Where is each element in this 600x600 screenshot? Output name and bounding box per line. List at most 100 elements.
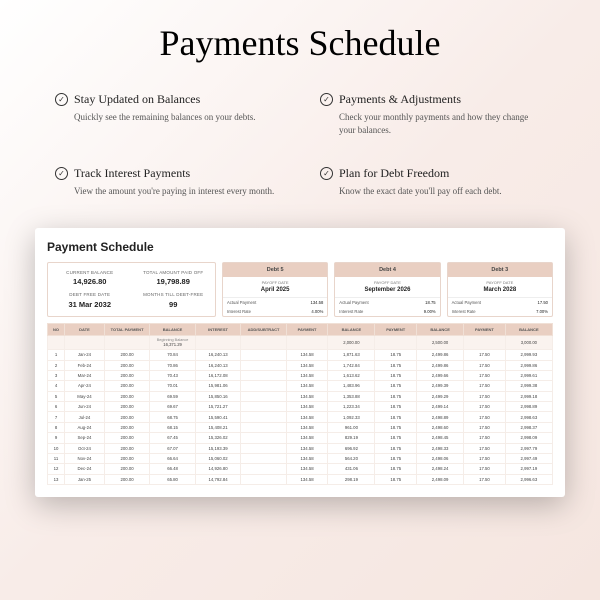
current-balance-value: 14,926.80 (48, 276, 131, 289)
debt-free-value: 31 Mar 2032 (48, 299, 131, 312)
table-cell: 17.50 (464, 402, 506, 412)
table-cell: 69.67 (150, 402, 195, 412)
table-cell: 12 (48, 464, 65, 474)
column-header: TOTAL PAYMENT (104, 323, 149, 335)
table-cell: Oct-24 (65, 443, 105, 453)
table-cell: 2,499.66 (417, 370, 464, 380)
table-cell: 134.58 (286, 381, 328, 391)
table-cell: 2,499.39 (417, 381, 464, 391)
debt-name: Debt 5 (223, 263, 327, 277)
table-cell: 69.59 (150, 391, 195, 401)
table-cell: 2,998.09 (505, 433, 552, 443)
table-cell: 134.58 (286, 402, 328, 412)
interest-rate-value: 9.00% (424, 309, 436, 314)
table-cell: 17.50 (464, 464, 506, 474)
table-cell (241, 391, 286, 401)
table-row: 10Oct-24200.0067.0715,193.39134.58696.92… (48, 443, 553, 453)
table-row: 12Dec-24200.0066.4814,926.80134.58431.06… (48, 464, 553, 474)
table-cell: 18.75 (375, 443, 417, 453)
table-row: 1Jan-24200.0070.8416,240.13134.581,871.6… (48, 350, 553, 360)
table-cell: 2,499.86 (417, 360, 464, 370)
table-cell: 17.50 (464, 360, 506, 370)
interest-rate-value: 4.00% (311, 309, 323, 314)
table-cell: 14,792.84 (195, 474, 240, 484)
table-row: 11Nov-24200.0066.6415,060.02134.58564.20… (48, 453, 553, 463)
table-cell: 17.50 (464, 474, 506, 484)
table-cell: 200.00 (104, 422, 149, 432)
column-header: BALANCE (328, 323, 375, 335)
table-row: 8Aug-24200.0068.1515,408.21134.58961.001… (48, 422, 553, 432)
table-cell: 2,498.06 (417, 453, 464, 463)
table-cell: 1,483.96 (328, 381, 375, 391)
table-cell: 200.00 (104, 350, 149, 360)
table-cell: 13 (48, 474, 65, 484)
table-cell: 66.48 (150, 464, 195, 474)
table-cell: 1 (48, 350, 65, 360)
table-cell: 17.50 (464, 412, 506, 422)
page-title: Payments Schedule (0, 22, 600, 64)
table-cell: 200.00 (104, 381, 149, 391)
table-cell: 5 (48, 391, 65, 401)
table-cell: Feb-24 (65, 360, 105, 370)
table-cell: 2,498.45 (417, 433, 464, 443)
table-cell: 67.07 (150, 443, 195, 453)
table-cell: 18.75 (375, 402, 417, 412)
table-cell: 70.86 (150, 360, 195, 370)
months-value: 99 (131, 299, 214, 312)
table-cell: 15,850.16 (195, 391, 240, 401)
table-cell: 65.80 (150, 474, 195, 484)
summary-card: CURRENT BALANCE TOTAL AMOUNT PAID OFF 14… (47, 262, 216, 317)
check-icon (55, 93, 68, 106)
table-cell (195, 335, 240, 349)
table-cell: 134.58 (286, 391, 328, 401)
table-cell (48, 335, 65, 349)
table-cell: 134.58 (286, 474, 328, 484)
table-cell: 134.58 (286, 453, 328, 463)
debt-name: Debt 3 (448, 263, 552, 277)
table-cell: 2,500.00 (417, 335, 464, 349)
interest-rate-label: Interest Rate (452, 309, 476, 314)
table-cell: 2,997.79 (505, 443, 552, 453)
table-cell: 564.20 (328, 453, 375, 463)
table-cell: 18.75 (375, 412, 417, 422)
actual-payment-value: 18.75 (425, 300, 435, 305)
table-cell: 2,498.60 (417, 422, 464, 432)
column-header: ADD/SUBTRACT (241, 323, 286, 335)
table-cell: 200.00 (104, 443, 149, 453)
table-cell: 1,092.33 (328, 412, 375, 422)
interest-rate-label: Interest Rate (227, 309, 251, 314)
table-cell: 134.58 (286, 464, 328, 474)
features-grid: Stay Updated on Balances Quickly see the… (0, 92, 600, 198)
actual-payment-label: Actual Payment (227, 300, 256, 305)
debt-card-3: Debt 3 PAYOFF DATE March 2028 Actual Pay… (447, 262, 553, 317)
table-body: Beginning Balance16,371.292,000.002,500.… (48, 335, 553, 484)
table-cell: 134.58 (286, 443, 328, 453)
payoff-label: PAYOFF DATE (335, 277, 439, 286)
payoff-date: March 2028 (448, 286, 552, 298)
column-header: INTEREST (195, 323, 240, 335)
table-cell: Apr-24 (65, 381, 105, 391)
table-cell: 17.50 (464, 391, 506, 401)
table-cell: 2 (48, 360, 65, 370)
table-cell: 70.01 (150, 381, 195, 391)
sheet-title: Payment Schedule (47, 240, 553, 254)
table-cell: 18.75 (375, 350, 417, 360)
table-cell: 16,172.08 (195, 370, 240, 380)
table-cell: 2,498.09 (417, 474, 464, 484)
column-header: DATE (65, 323, 105, 335)
table-cell: 68.15 (150, 422, 195, 432)
feature-interest: Track Interest Payments View the amount … (55, 166, 280, 198)
table-cell: 17.50 (464, 443, 506, 453)
feature-title: Track Interest Payments (74, 166, 190, 181)
table-cell: Jan-25 (65, 474, 105, 484)
table-cell: 431.06 (328, 464, 375, 474)
table-cell: 2,996.63 (505, 474, 552, 484)
table-cell: 961.00 (328, 422, 375, 432)
table-cell: 7 (48, 412, 65, 422)
table-row: 13Jan-25200.0065.8014,792.84134.58298.19… (48, 474, 553, 484)
months-label: MONTHS TILL DEBT-FREE (131, 289, 214, 298)
feature-title: Plan for Debt Freedom (339, 166, 449, 181)
feature-desc: View the amount you're paying in interes… (74, 185, 280, 198)
table-cell: 2,998.89 (505, 402, 552, 412)
table-cell: Dec-24 (65, 464, 105, 474)
